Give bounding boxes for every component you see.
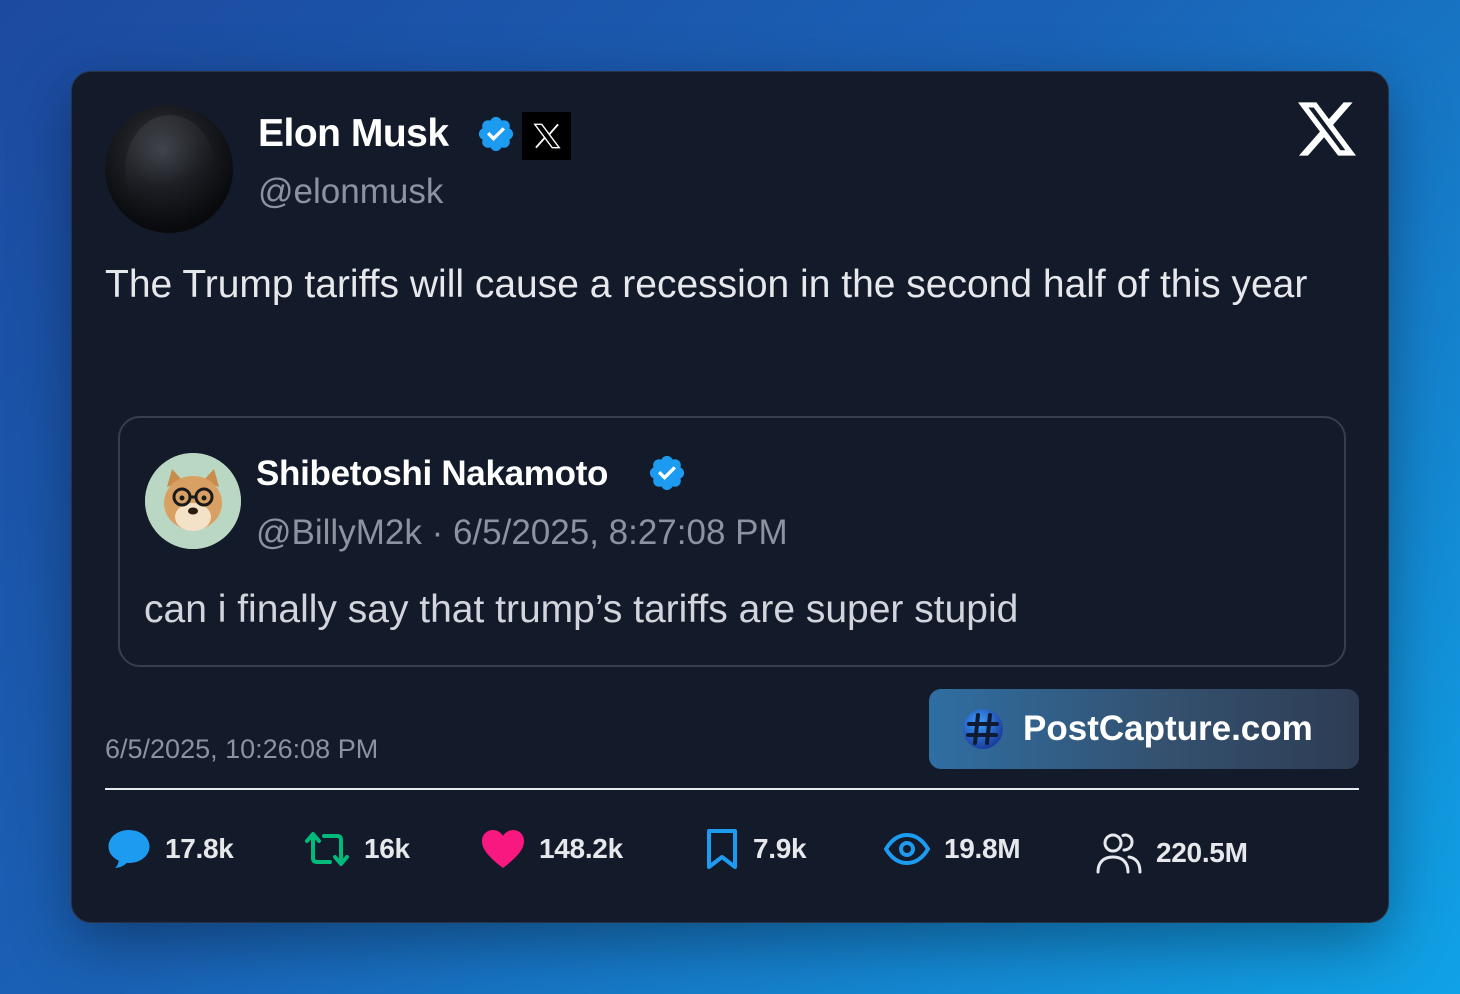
reply-stat[interactable]: 17.8k [107, 824, 234, 874]
like-stat[interactable]: 148.2k [481, 824, 623, 874]
author-name[interactable]: Elon Musk [258, 112, 449, 156]
bookmark-icon [707, 829, 737, 869]
followers-stat[interactable]: 220.5M [1096, 828, 1248, 878]
postcapture-button[interactable]: PostCapture.com [929, 689, 1359, 769]
x-logo-icon[interactable] [1298, 102, 1356, 156]
author-avatar[interactable] [105, 105, 233, 233]
quoted-author-handle[interactable]: @BillyM2k [256, 513, 422, 552]
people-icon [1096, 833, 1142, 874]
post-card: Elon Musk @elonmusk The Trump tariffs wi… [71, 71, 1389, 923]
eye-icon [884, 832, 930, 866]
views-stat[interactable]: 19.8M [884, 824, 1021, 874]
post-text: The Trump tariffs will cause a recession… [105, 263, 1308, 306]
bookmark-stat[interactable]: 7.9k [705, 824, 807, 874]
author-handle[interactable]: @elonmusk [258, 172, 443, 212]
meta-separator: · [431, 513, 444, 552]
repost-stat[interactable]: 16k [304, 824, 410, 874]
like-count: 148.2k [539, 833, 623, 864]
quoted-post-timestamp: 6/5/2025, 8:27:08 PM [452, 513, 788, 552]
reply-bubble-icon [108, 830, 150, 868]
views-count: 19.8M [944, 833, 1021, 864]
x-affiliate-badge-icon [522, 112, 571, 160]
quoted-author-name[interactable]: Shibetoshi Nakamoto [256, 454, 608, 494]
postcapture-label: PostCapture.com [1023, 709, 1313, 748]
verified-badge-icon [649, 455, 685, 491]
followers-count: 220.5M [1156, 837, 1248, 868]
reply-count: 17.8k [165, 833, 234, 864]
repost-count: 16k [364, 833, 410, 864]
verified-badge-icon [478, 116, 514, 152]
heart-icon [482, 830, 524, 868]
quoted-post-text: can i finally say that trump’s tariffs a… [144, 588, 1019, 631]
bookmark-count: 7.9k [753, 833, 807, 864]
post-timestamp: 6/5/2025, 10:26:08 PM [105, 734, 379, 764]
hash-icon [963, 709, 1003, 749]
quoted-post[interactable]: Shibetoshi Nakamoto @BillyM2k · 6/5/2025… [118, 416, 1346, 667]
repost-icon [305, 832, 349, 866]
divider [105, 788, 1359, 790]
quoted-author-avatar[interactable] [145, 453, 241, 549]
quoted-post-meta: @BillyM2k · 6/5/2025, 8:27:08 PM [256, 513, 788, 553]
